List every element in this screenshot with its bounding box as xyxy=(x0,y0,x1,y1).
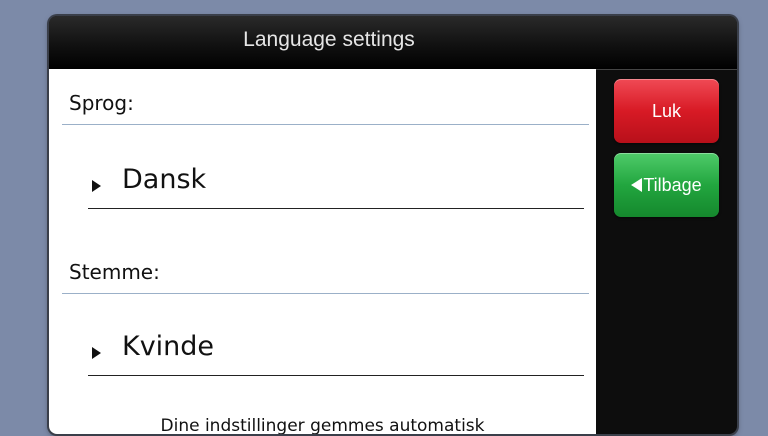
play-triangle-icon xyxy=(92,347,101,359)
settings-panel: Sprog: Dansk Stemme: Kvinde Dine indstil… xyxy=(49,69,596,434)
divider xyxy=(62,293,589,294)
autosave-note: Dine indstillinger gemmes automatisk xyxy=(160,416,485,434)
language-label: Sprog: xyxy=(69,91,134,115)
close-button-label: Luk xyxy=(651,100,682,121)
left-triangle-icon xyxy=(631,178,643,192)
title-bar: Language settings xyxy=(49,16,737,70)
back-button-label: Tilbage xyxy=(643,174,702,195)
divider xyxy=(62,124,589,125)
voice-value: Kvinde xyxy=(122,331,215,362)
dialog-title: Language settings xyxy=(243,28,415,51)
play-triangle-icon xyxy=(92,180,101,192)
back-button[interactable]: Tilbage xyxy=(614,153,719,217)
voice-selector[interactable]: Kvinde xyxy=(88,331,584,376)
voice-label: Stemme: xyxy=(69,260,160,284)
language-selector[interactable]: Dansk xyxy=(88,164,584,209)
language-value: Dansk xyxy=(122,164,207,195)
close-button[interactable]: Luk xyxy=(614,79,719,143)
settings-dialog: Language settings Sprog: Dansk Stemme: K… xyxy=(49,16,737,434)
